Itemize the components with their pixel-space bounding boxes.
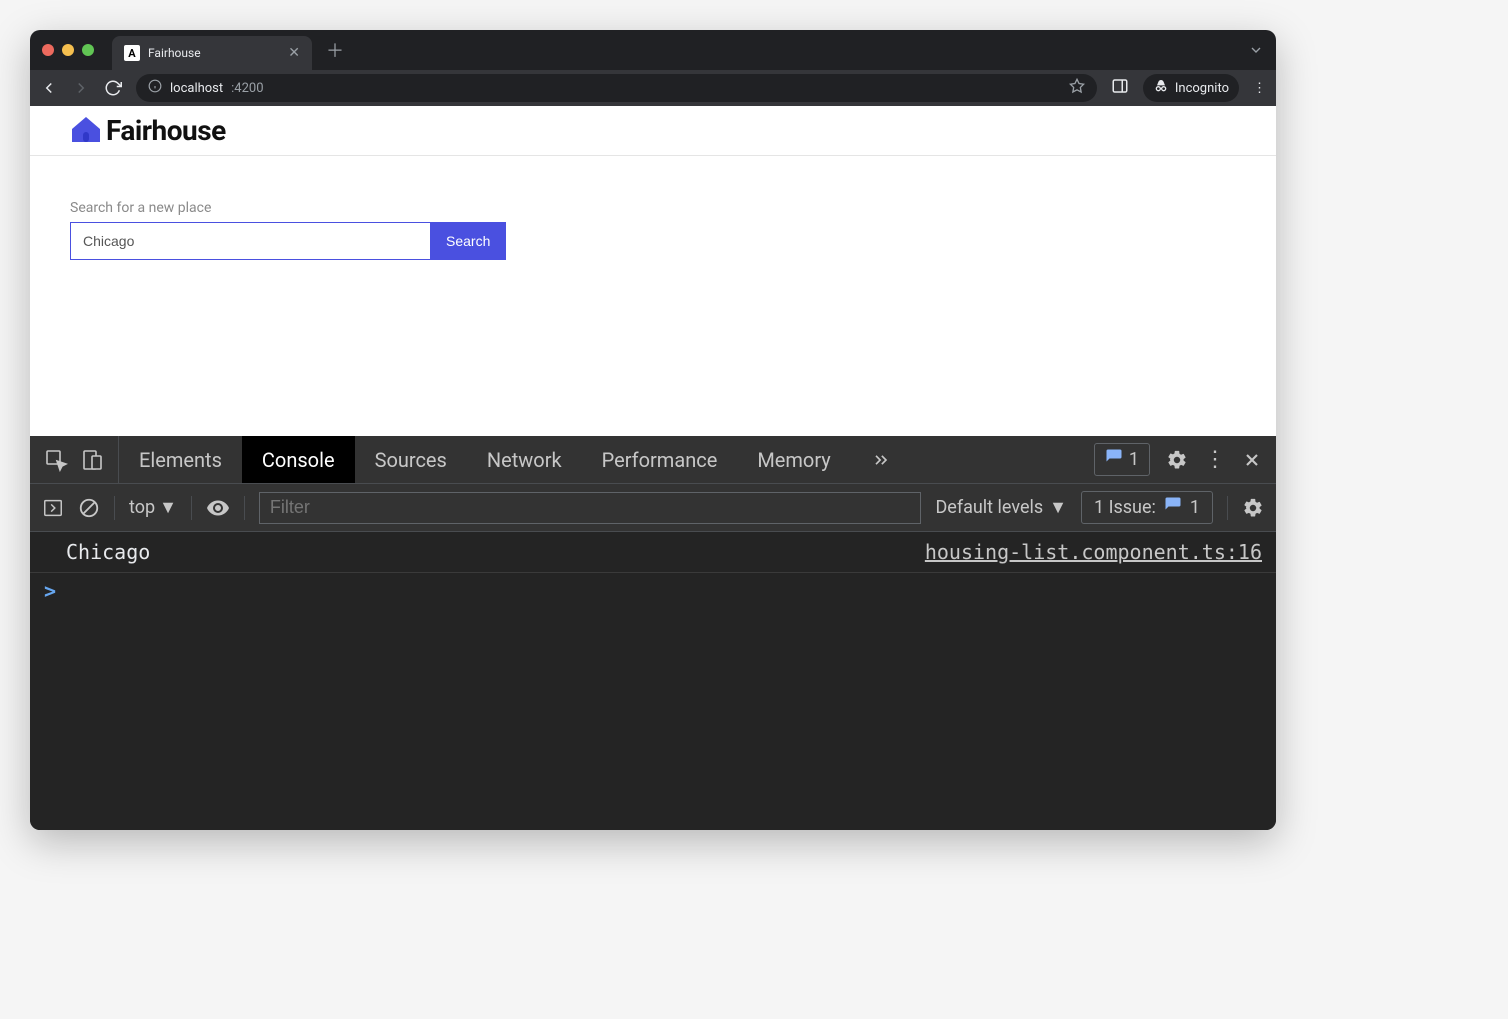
devtools-tab-network[interactable]: Network	[467, 436, 582, 483]
devtools-tab-performance[interactable]: Performance	[582, 436, 738, 483]
tab-close-icon[interactable]: ✕	[288, 45, 300, 61]
devtools-tab-memory[interactable]: Memory	[737, 436, 850, 483]
tabstrip-dropdown-icon[interactable]	[1248, 42, 1264, 58]
inspect-element-icon[interactable]	[44, 448, 68, 472]
devtools-tab-sources[interactable]: Sources	[355, 436, 467, 483]
titlebar: A Fairhouse ✕ ＋	[30, 30, 1276, 70]
chevron-down-icon: ▼	[1049, 497, 1067, 518]
device-toolbar-icon[interactable]	[80, 448, 104, 472]
clear-console-icon[interactable]	[78, 497, 100, 519]
browser-tab[interactable]: A Fairhouse ✕	[112, 36, 312, 70]
tab-favicon: A	[124, 45, 140, 61]
console-output: Chicago housing-list.component.ts:16 >	[30, 532, 1276, 830]
console-prompt[interactable]: >	[30, 573, 1276, 609]
console-sidebar-toggle-icon[interactable]	[42, 497, 64, 519]
search-label: Search for a new place	[70, 200, 1236, 216]
devtools-tab-more-icon[interactable]	[851, 436, 911, 483]
search-input[interactable]	[70, 222, 430, 260]
app-header: Fairhouse	[30, 106, 1276, 156]
devtools-panel: Elements Console Sources Network Perform…	[30, 436, 1276, 830]
logo-text: Fairhouse	[106, 114, 226, 147]
back-button[interactable]	[40, 79, 58, 97]
prompt-caret-icon: >	[44, 579, 56, 603]
url-path: :4200	[231, 81, 263, 96]
console-source-link[interactable]: housing-list.component.ts:16	[925, 540, 1262, 564]
bookmark-icon[interactable]	[1069, 78, 1085, 98]
log-levels-selector[interactable]: Default levels ▼	[935, 497, 1067, 518]
incognito-badge[interactable]: Incognito	[1143, 74, 1239, 102]
page-viewport: Fairhouse Search for a new place Search	[30, 106, 1276, 436]
devtools-settings-icon[interactable]	[1166, 449, 1188, 471]
issues-label: 1 Issue:	[1094, 497, 1156, 518]
chat-icon	[1164, 496, 1182, 519]
browser-window: A Fairhouse ✕ ＋ localhost :4200	[30, 30, 1276, 830]
reload-button[interactable]	[104, 79, 122, 97]
browser-menu-icon[interactable]: ⋮	[1253, 81, 1266, 96]
console-toolbar: top ▼ Default levels ▼ 1 Issue: 1	[30, 484, 1276, 532]
devtools-tabbar: Elements Console Sources Network Perform…	[30, 436, 1276, 484]
devtools-issues-chip[interactable]: 1	[1094, 443, 1150, 476]
maximize-window-button[interactable]	[82, 44, 94, 56]
search-button[interactable]: Search	[430, 222, 506, 260]
console-message: Chicago	[66, 540, 150, 564]
devtools-tab-elements[interactable]: Elements	[119, 436, 242, 483]
devtools-tab-console[interactable]: Console	[242, 436, 355, 483]
browser-toolbar: localhost :4200 Incognito ⋮	[30, 70, 1276, 106]
search-form: Search	[70, 222, 1236, 260]
logo-house-icon	[70, 115, 102, 147]
address-bar[interactable]: localhost :4200	[136, 74, 1097, 102]
context-label: top	[129, 497, 155, 518]
issues-chip-count: 1	[1129, 449, 1139, 470]
issues-count: 1	[1190, 497, 1200, 518]
url-host: localhost	[170, 81, 223, 96]
issues-pill[interactable]: 1 Issue: 1	[1081, 491, 1213, 524]
incognito-label: Incognito	[1175, 81, 1229, 96]
devtools-close-icon[interactable]	[1242, 450, 1262, 470]
levels-label: Default levels	[935, 497, 1043, 518]
console-settings-icon[interactable]	[1242, 497, 1264, 519]
new-tab-button[interactable]: ＋	[326, 37, 344, 63]
console-filter-input[interactable]	[259, 492, 922, 524]
forward-button[interactable]	[72, 79, 90, 97]
minimize-window-button[interactable]	[62, 44, 74, 56]
window-controls	[42, 44, 94, 56]
chat-icon	[1105, 448, 1123, 471]
tab-title: Fairhouse	[148, 46, 280, 60]
chevron-down-icon: ▼	[159, 497, 177, 518]
panel-icon[interactable]	[1111, 77, 1129, 99]
live-expression-icon[interactable]	[206, 496, 230, 520]
close-window-button[interactable]	[42, 44, 54, 56]
devtools-kebab-icon[interactable]: ⋮	[1204, 447, 1226, 472]
site-info-icon[interactable]	[148, 79, 162, 97]
console-log-row[interactable]: Chicago housing-list.component.ts:16	[30, 532, 1276, 573]
incognito-icon	[1153, 78, 1169, 98]
page-body: Search for a new place Search	[30, 156, 1276, 304]
execution-context-selector[interactable]: top ▼	[129, 497, 177, 518]
